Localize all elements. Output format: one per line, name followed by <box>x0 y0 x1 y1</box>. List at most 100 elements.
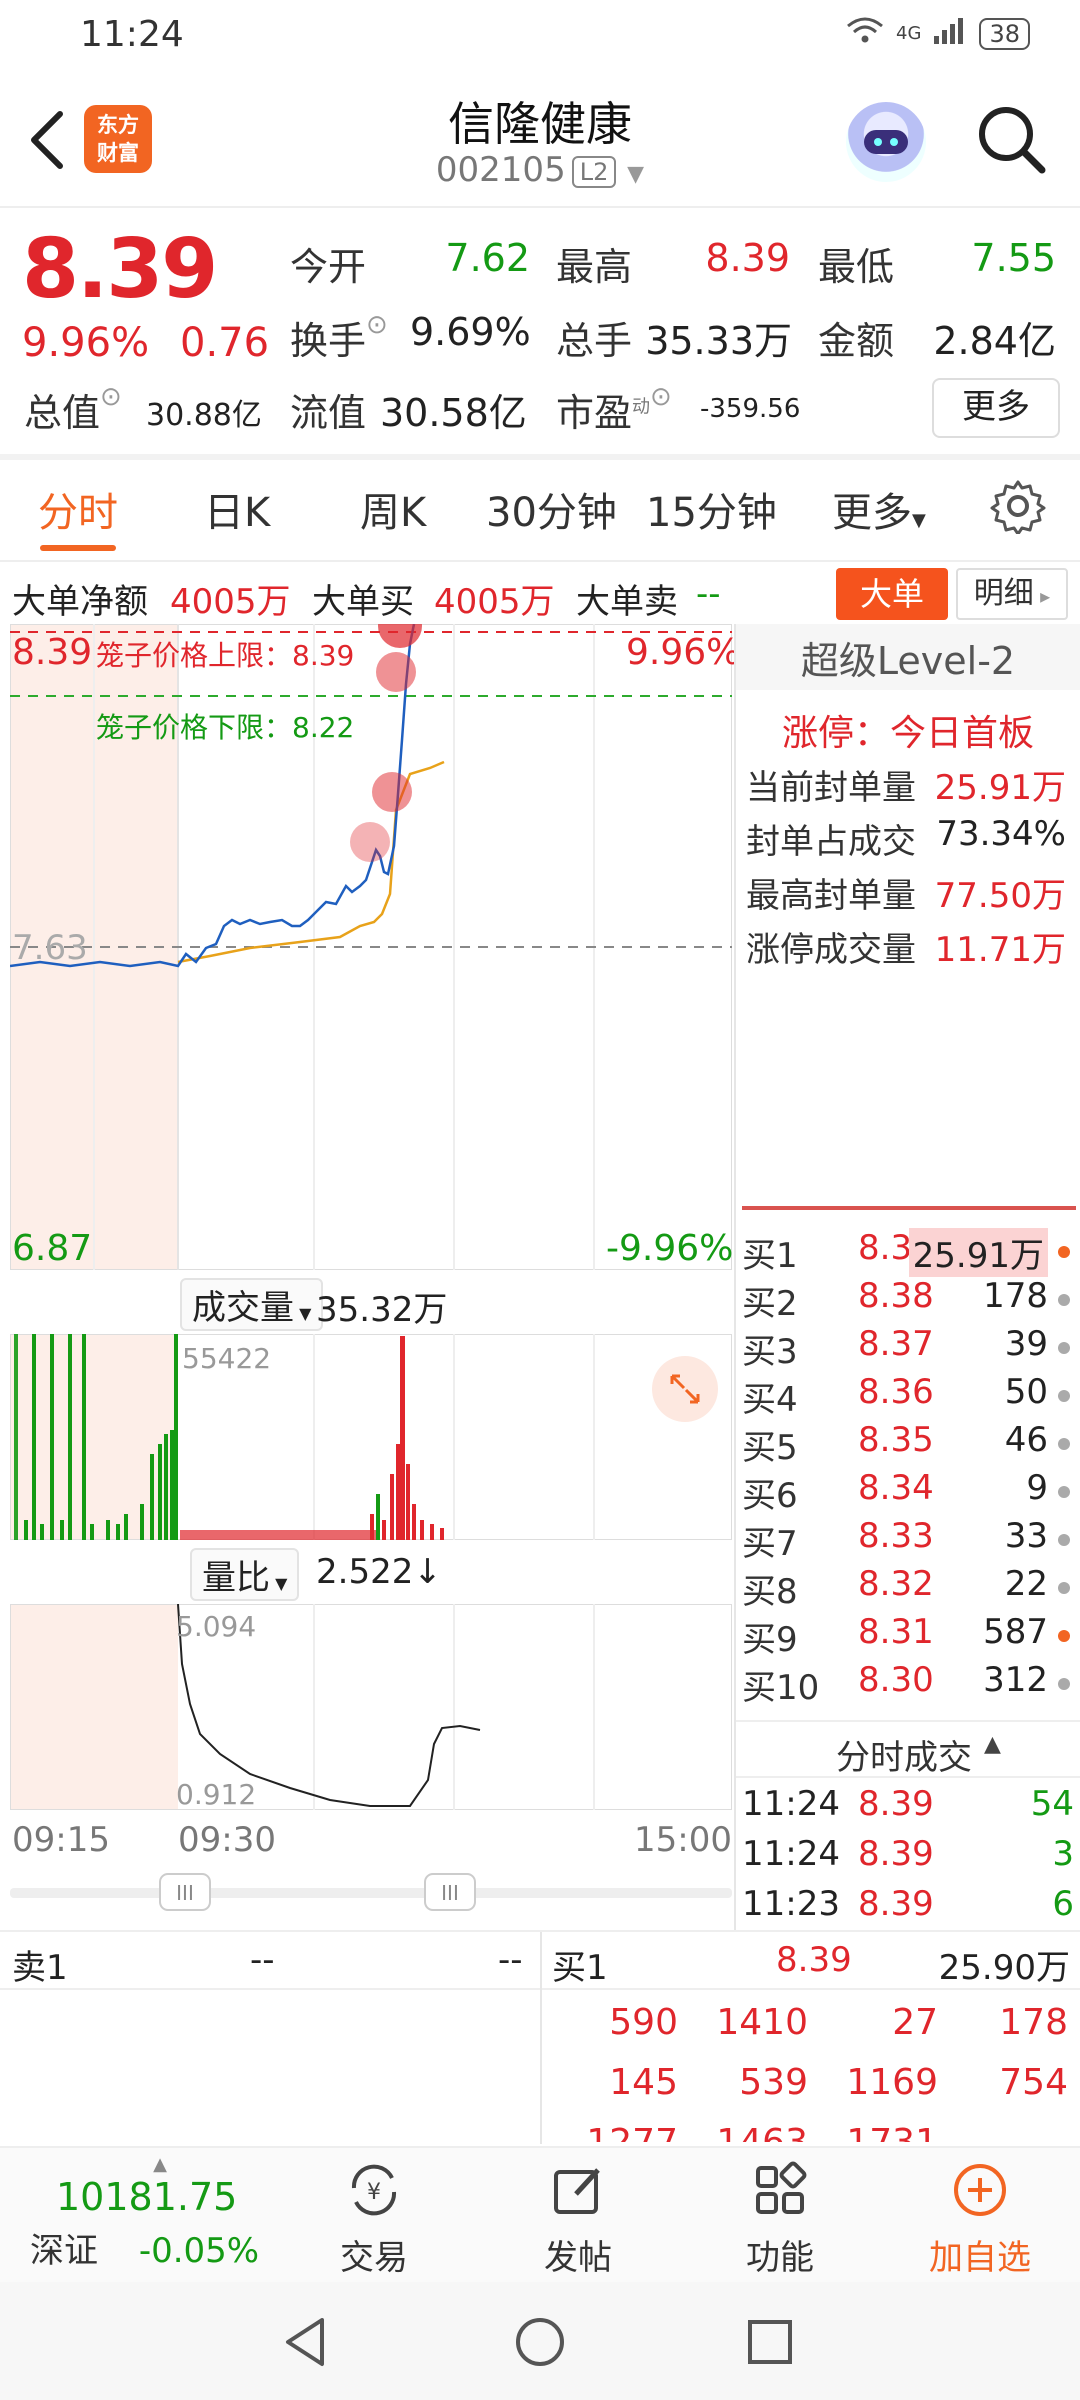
tab-daily-k[interactable]: 日K <box>204 480 270 538</box>
stock-code: 002105 <box>435 150 566 190</box>
tab-weekly-k[interactable]: 周K <box>360 480 426 538</box>
bid-label: 买6 <box>742 1476 798 1516</box>
ratio-value: 2.522↓ <box>316 1552 442 1592</box>
dot-indicator <box>1058 1294 1070 1306</box>
big-sell-value: -- <box>696 574 721 614</box>
ratio-min-label: 0.912 <box>176 1778 257 1811</box>
dot-indicator <box>1058 1246 1070 1258</box>
chart-top-price: 8.39 <box>12 632 93 673</box>
divider <box>0 206 1080 208</box>
nav-trade[interactable]: ¥ 交易 <box>294 2158 454 2279</box>
search-button[interactable] <box>972 100 1052 180</box>
nav-add-watchlist-label: 加自选 <box>929 2238 1031 2278</box>
chart-tabs: 分时 日K 周K 30分钟 15分钟 更多▼ <box>0 460 1080 560</box>
bid-volume: 46 <box>1004 1420 1048 1460</box>
volume-value: 35.33万 <box>645 319 792 363</box>
bid-row[interactable]: 买5 8.35 46 <box>742 1420 1074 1468</box>
bid-label: 买5 <box>742 1428 798 1468</box>
expand-chart-button[interactable] <box>652 1356 718 1422</box>
bid1-label: 买1 <box>552 1948 608 1988</box>
big-order-marker[interactable] <box>378 624 422 648</box>
bid-price: 8.31 <box>858 1612 934 1652</box>
tab-30min[interactable]: 30分钟 <box>486 480 617 538</box>
index-change: -0.05% <box>138 2231 260 2271</box>
ratio-indicator-dropdown[interactable]: 量比 ▼ <box>190 1548 300 1601</box>
grid-icon <box>756 2161 807 2214</box>
trade-volume: 3 <box>1052 1834 1074 1874</box>
ratio-header: 量比 ▼ 2.522↓ <box>10 1540 732 1604</box>
level2-value: 11.71万 <box>934 930 1066 970</box>
assistant-robot-icon[interactable] <box>846 102 926 182</box>
settings-button[interactable] <box>990 478 1046 544</box>
bid-row[interactable]: 买7 8.33 33 <box>742 1516 1074 1564</box>
chart-bottom-price: 6.87 <box>12 1228 93 1269</box>
nav-add-watchlist[interactable]: 加自选 <box>900 2158 1060 2279</box>
volume-indicator-dropdown[interactable]: 成交量 ▼ <box>180 1278 324 1331</box>
bid-label: 买7 <box>742 1524 798 1564</box>
bid-row[interactable]: 买9 8.31 587 <box>742 1612 1074 1660</box>
level2-value: 73.34% <box>936 814 1066 854</box>
tab-15min[interactable]: 15分钟 <box>646 480 777 538</box>
bid-price: 8.38 <box>858 1276 934 1316</box>
level2-label: 涨停成交量 <box>746 930 916 970</box>
current-price: 8.39 <box>22 222 218 317</box>
wifi-icon <box>846 16 884 51</box>
bid-volume: 9 <box>1026 1468 1048 1508</box>
bid-label: 买1 <box>742 1236 798 1276</box>
bid-volume: 33 <box>1004 1516 1048 1556</box>
volume-chart[interactable] <box>10 1334 732 1540</box>
chart-bottom-pct: -9.96% <box>606 1228 734 1269</box>
bid-row[interactable]: 买6 8.34 9 <box>742 1468 1074 1516</box>
queue-cell: 539 <box>739 2062 808 2103</box>
nav-functions[interactable]: 功能 <box>700 2158 860 2279</box>
amount-value: 2.84亿 <box>933 319 1056 363</box>
nav-post-label: 发帖 <box>544 2238 612 2278</box>
status-bar: 11:24 4G 38 <box>0 0 1080 70</box>
info-icon[interactable]: ⊙ <box>366 310 388 340</box>
dot-indicator <box>1058 1486 1070 1498</box>
volume-ratio-chart[interactable] <box>10 1604 732 1810</box>
big-order-marker[interactable] <box>372 772 412 812</box>
dot-indicator <box>1058 1438 1070 1450</box>
chevron-right-icon: ▸ <box>1033 584 1051 608</box>
bid-row[interactable]: 买10 8.30 312 <box>742 1660 1074 1708</box>
caret-down-icon: ▼ <box>912 510 926 531</box>
more-button[interactable]: 更多 <box>932 378 1060 438</box>
bid-row[interactable]: 买4 8.36 50 <box>742 1372 1074 1420</box>
bid-price: 8.32 <box>858 1564 934 1604</box>
open-value: 7.62 <box>445 236 530 280</box>
big-order-marker[interactable] <box>376 652 416 692</box>
level2-value: 25.91万 <box>934 768 1066 808</box>
big-order-marker[interactable] <box>350 822 390 862</box>
bid-row[interactable]: 买3 8.37 39 <box>742 1324 1074 1372</box>
chart-top-pct: 9.96% <box>626 632 741 673</box>
bid-row[interactable]: 买1 8.39 25.91万 <box>742 1228 1074 1277</box>
bid1-queue: 590 1410 27 178 145 539 1169 754 1277 14… <box>560 2002 1080 2142</box>
tab-more[interactable]: 更多▼ <box>832 480 926 538</box>
index-ticker[interactable]: ▲ 10181.75 深证 -0.05% <box>30 2154 290 2272</box>
nav-post[interactable]: 发帖 <box>498 2158 658 2279</box>
high-label: 最高 <box>556 245 633 289</box>
bid-row[interactable]: 买2 8.38 178 <box>742 1276 1074 1324</box>
queue-cell: 1169 <box>846 2062 938 2103</box>
ask1-label: 卖1 <box>12 1948 68 1988</box>
bid-row[interactable]: 买8 8.32 22 <box>742 1564 1074 1612</box>
level2-title[interactable]: 超级Level-2 <box>736 630 1080 685</box>
big-order-button[interactable]: 大单 <box>836 568 948 620</box>
dot-indicator <box>1058 1678 1070 1690</box>
detail-button[interactable]: 明细 ▸ <box>956 568 1068 620</box>
bid1-price: 8.39 <box>776 1940 852 1980</box>
time-range-slider[interactable]: III III <box>10 1870 732 1914</box>
nav-trade-label: 交易 <box>340 2238 408 2278</box>
system-home-icon[interactable] <box>510 2312 570 2372</box>
ratio-max-label: 5.094 <box>176 1610 257 1643</box>
system-back-icon[interactable] <box>276 2312 336 2372</box>
volume-label: 总手 <box>556 319 633 363</box>
info-icon[interactable]: ⊙ <box>100 382 122 412</box>
tab-intraday[interactable]: 分时 <box>38 480 118 538</box>
system-nav-bar <box>0 2282 1080 2400</box>
level2-label: 当前封单量 <box>746 768 916 808</box>
info-icon[interactable]: ⊙ <box>650 382 672 412</box>
trades-header[interactable]: 分时成交 ▲ <box>736 1720 1080 1778</box>
system-recents-icon[interactable] <box>740 2312 800 2372</box>
